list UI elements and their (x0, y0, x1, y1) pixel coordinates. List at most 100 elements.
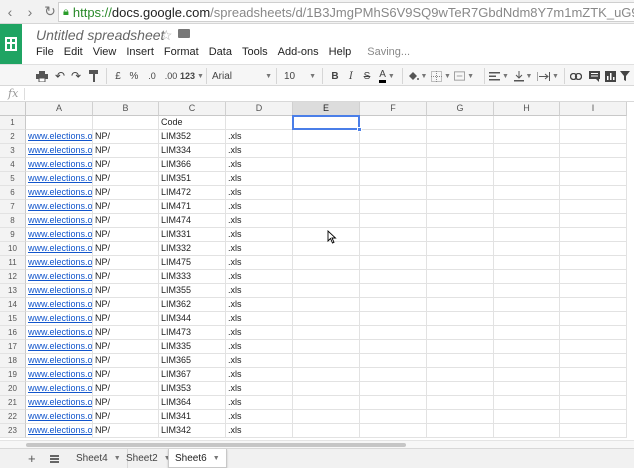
row-header[interactable]: 5 (0, 172, 26, 186)
column-header-a[interactable]: A (26, 102, 93, 116)
cell-f4[interactable] (360, 158, 427, 172)
cell-c18[interactable]: LIM365 (159, 354, 226, 368)
cell-h2[interactable] (494, 130, 560, 144)
fill-color-icon[interactable]: ▼ (406, 67, 428, 85)
cell-d15[interactable]: .xls (226, 312, 293, 326)
cell-g1[interactable] (427, 116, 494, 130)
cell-a7[interactable]: www.elections.or (26, 200, 93, 214)
cell-i10[interactable] (560, 242, 627, 256)
cell-f5[interactable] (360, 172, 427, 186)
cell-a15[interactable]: www.elections.or (26, 312, 93, 326)
cell-d2[interactable]: .xls (226, 130, 293, 144)
cell-d1[interactable] (226, 116, 293, 130)
cell-g6[interactable] (427, 186, 494, 200)
cell-c12[interactable]: LIM333 (159, 270, 226, 284)
column-header-f[interactable]: F (360, 102, 427, 116)
cell-g22[interactable] (427, 410, 494, 424)
row-header[interactable]: 22 (0, 410, 26, 424)
cell-c20[interactable]: LIM353 (159, 382, 226, 396)
cell-d16[interactable]: .xls (226, 326, 293, 340)
cell-g5[interactable] (427, 172, 494, 186)
row-header[interactable]: 12 (0, 270, 26, 284)
cell-i11[interactable] (560, 256, 627, 270)
cell-a19[interactable]: www.elections.or (26, 368, 93, 382)
cell-g4[interactable] (427, 158, 494, 172)
cell-c2[interactable]: LIM352 (159, 130, 226, 144)
cell-d13[interactable]: .xls (226, 284, 293, 298)
cell-c21[interactable]: LIM364 (159, 396, 226, 410)
sheet-tab-active[interactable]: Sheet6 ▼ (168, 449, 227, 468)
cell-e22[interactable] (293, 410, 360, 424)
chevron-down-icon[interactable]: ▼ (213, 455, 220, 462)
cell-e18[interactable] (293, 354, 360, 368)
chart-icon[interactable] (602, 67, 618, 85)
cell-f11[interactable] (360, 256, 427, 270)
cell-d11[interactable]: .xls (226, 256, 293, 270)
cell-g8[interactable] (427, 214, 494, 228)
cell-f10[interactable] (360, 242, 427, 256)
cell-f21[interactable] (360, 396, 427, 410)
cell-d6[interactable]: .xls (226, 186, 293, 200)
cell-f7[interactable] (360, 200, 427, 214)
cell-b10[interactable]: NP/ (93, 242, 159, 256)
italic-button[interactable]: I (344, 67, 358, 85)
cell-h12[interactable] (494, 270, 560, 284)
spreadsheet-grid[interactable]: A B C D E F G H I 1 Code 2 www.elections.or NP/LIM352… (0, 102, 634, 440)
cell-f14[interactable] (360, 298, 427, 312)
cell-f15[interactable] (360, 312, 427, 326)
cell-g16[interactable] (427, 326, 494, 340)
row-header[interactable]: 6 (0, 186, 26, 200)
cell-a21[interactable]: www.elections.or (26, 396, 93, 410)
cell-b13[interactable]: NP/ (93, 284, 159, 298)
reload-icon[interactable]: ↻ (40, 2, 60, 22)
cell-i22[interactable] (560, 410, 627, 424)
vertical-align-icon[interactable]: ▼ (512, 67, 534, 85)
cell-b18[interactable]: NP/ (93, 354, 159, 368)
cell-d14[interactable]: .xls (226, 298, 293, 312)
column-header-b[interactable]: B (93, 102, 159, 116)
currency-format-button[interactable]: £ (112, 67, 124, 85)
cell-g19[interactable] (427, 368, 494, 382)
cell-c9[interactable]: LIM331 (159, 228, 226, 242)
row-header[interactable]: 8 (0, 214, 26, 228)
bold-button[interactable]: B (328, 67, 342, 85)
cell-d8[interactable]: .xls (226, 214, 293, 228)
cell-d3[interactable]: .xls (226, 144, 293, 158)
cell-e21[interactable] (293, 396, 360, 410)
cell-d4[interactable]: .xls (226, 158, 293, 172)
cell-b6[interactable]: NP/ (93, 186, 159, 200)
row-header[interactable]: 7 (0, 200, 26, 214)
cell-e20[interactable] (293, 382, 360, 396)
cell-c5[interactable]: LIM351 (159, 172, 226, 186)
decrease-decimal-button[interactable]: .0 (144, 67, 160, 85)
column-header-g[interactable]: G (427, 102, 494, 116)
cell-a1[interactable] (26, 116, 93, 130)
forward-icon[interactable]: › (20, 2, 40, 22)
cell-b22[interactable]: NP/ (93, 410, 159, 424)
font-size-select[interactable]: 10 ▼ (282, 67, 318, 85)
cell-e3[interactable] (293, 144, 360, 158)
cell-b20[interactable]: NP/ (93, 382, 159, 396)
formula-bar[interactable]: fx (0, 86, 634, 102)
cell-d10[interactable]: .xls (226, 242, 293, 256)
cell-e14[interactable] (293, 298, 360, 312)
add-sheet-icon[interactable]: + (28, 451, 36, 466)
cell-b23[interactable]: NP/ (93, 424, 159, 438)
cell-f19[interactable] (360, 368, 427, 382)
folder-icon[interactable] (178, 29, 190, 38)
cell-f3[interactable] (360, 144, 427, 158)
cell-g10[interactable] (427, 242, 494, 256)
row-header[interactable]: 11 (0, 256, 26, 270)
row-header[interactable]: 4 (0, 158, 26, 172)
cell-b12[interactable]: NP/ (93, 270, 159, 284)
cell-i21[interactable] (560, 396, 627, 410)
cell-a12[interactable]: www.elections.or (26, 270, 93, 284)
cell-e4[interactable] (293, 158, 360, 172)
cell-c19[interactable]: LIM367 (159, 368, 226, 382)
cell-a5[interactable]: www.elections.or (26, 172, 93, 186)
address-field[interactable]: 🔒︎ https://docs.google.com/spreadsheets/… (58, 2, 634, 22)
menu-insert[interactable]: Insert (126, 46, 154, 58)
cell-h17[interactable] (494, 340, 560, 354)
cell-e17[interactable] (293, 340, 360, 354)
select-all-corner[interactable] (0, 102, 26, 116)
